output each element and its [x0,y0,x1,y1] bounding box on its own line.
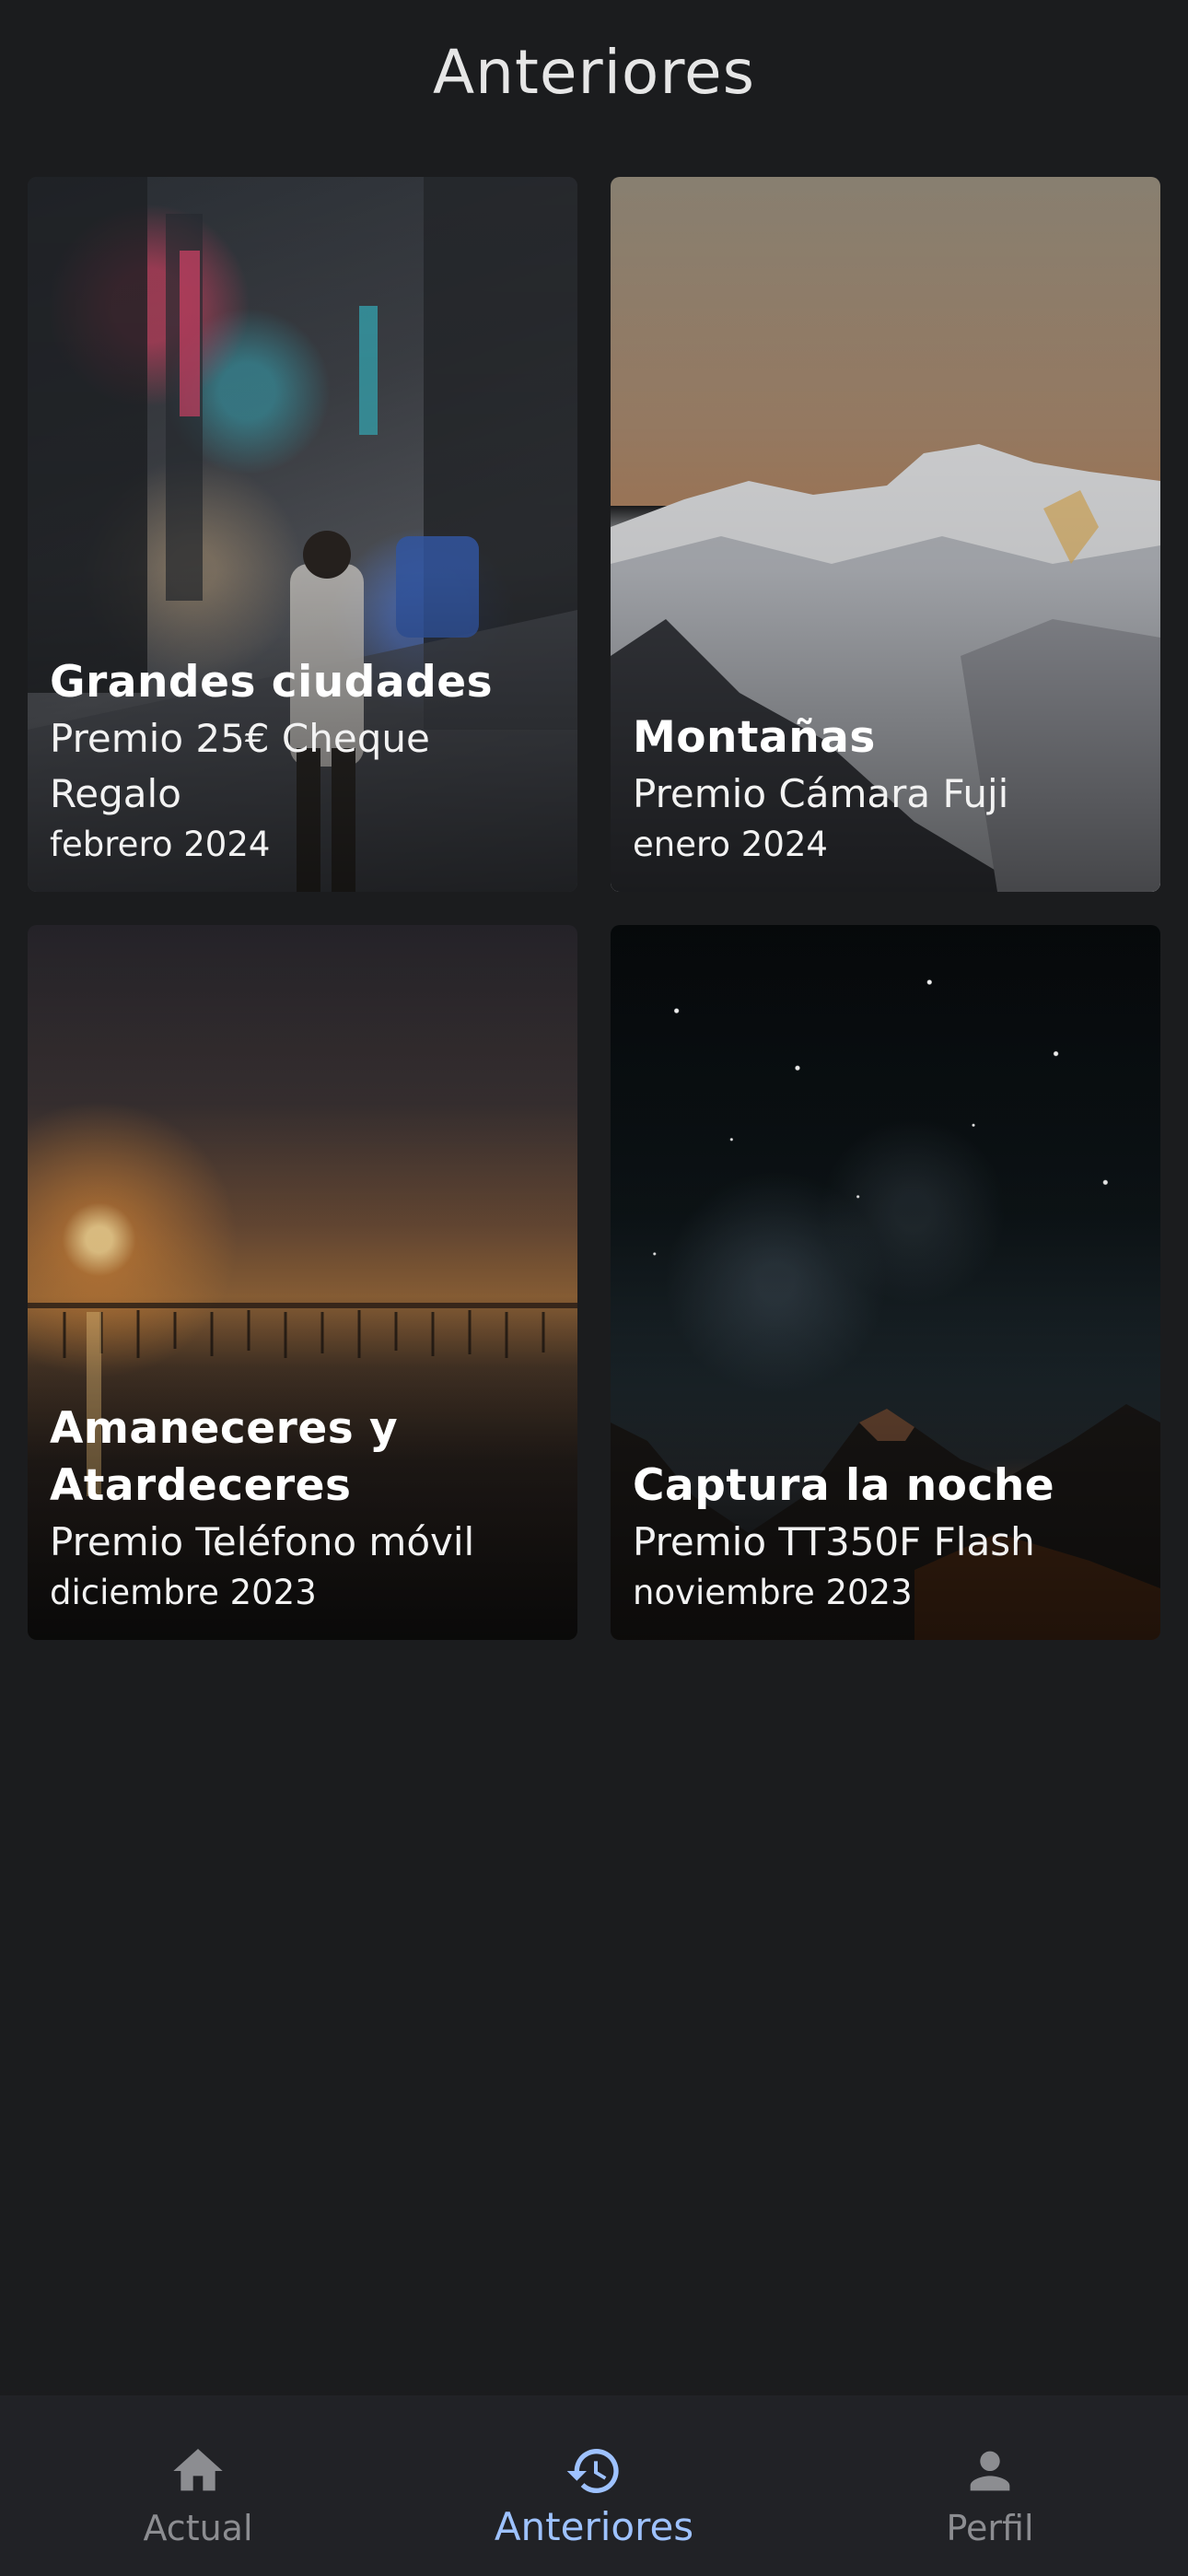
card-prize: Premio Teléfono móvil [50,1519,475,1564]
card-title: Montañas [633,712,876,763]
contest-card-montanas[interactable]: Montañas Premio Cámara Fuji enero 2024 [611,177,1160,892]
card-text: Montañas Premio Cámara Fuji enero 2024 [633,709,1144,868]
page: Anteriores Grandes ciudades Premio 25€ C… [0,0,1188,2576]
person-icon [970,2451,1010,2491]
card-title: Grandes ciudades [50,657,494,708]
card-title: Captura la noche [633,1460,1055,1511]
card-text: Grandes ciudades Premio 25€ Cheque Regal… [50,654,561,868]
card-prize: Premio Cámara Fuji [633,771,1009,816]
nav-label: Perfil [946,2508,1034,2548]
home-icon [173,2449,223,2491]
page-title: Anteriores [433,37,755,108]
nav-item-actual[interactable]: Actual [46,2395,350,2548]
card-text: Amaneceres y Atardeceres Premio Teléfono… [50,1400,561,1616]
nav-label: Actual [143,2508,253,2548]
card-prize: Premio TT350F Flash [633,1519,1035,1564]
nav-item-perfil[interactable]: Perfil [838,2395,1142,2548]
history-icon [566,2449,619,2493]
contest-card-amaneceres[interactable]: Amaneceres y Atardeceres Premio Teléfono… [28,925,577,1640]
contest-card-captura-la-noche[interactable]: Captura la noche Premio TT350F Flash nov… [611,925,1160,1640]
bottom-navigation: Actual Anteriores Perfil [0,2395,1188,2576]
card-date: diciembre 2023 [50,1573,317,1612]
contest-grid: Grandes ciudades Premio 25€ Cheque Regal… [28,177,1160,1640]
contest-card-grandes-ciudades[interactable]: Grandes ciudades Premio 25€ Cheque Regal… [28,177,577,892]
card-date: enero 2024 [633,825,828,864]
card-text: Captura la noche Premio TT350F Flash nov… [633,1458,1144,1616]
nav-item-anteriores[interactable]: Anteriores [442,2395,746,2549]
card-prize: Premio 25€ Cheque Regalo [50,716,430,816]
card-date: febrero 2024 [50,825,271,864]
card-date: noviembre 2023 [633,1573,913,1612]
nav-label: Anteriores [494,2504,694,2549]
card-title: Amaneceres y Atardeceres [50,1403,399,1511]
